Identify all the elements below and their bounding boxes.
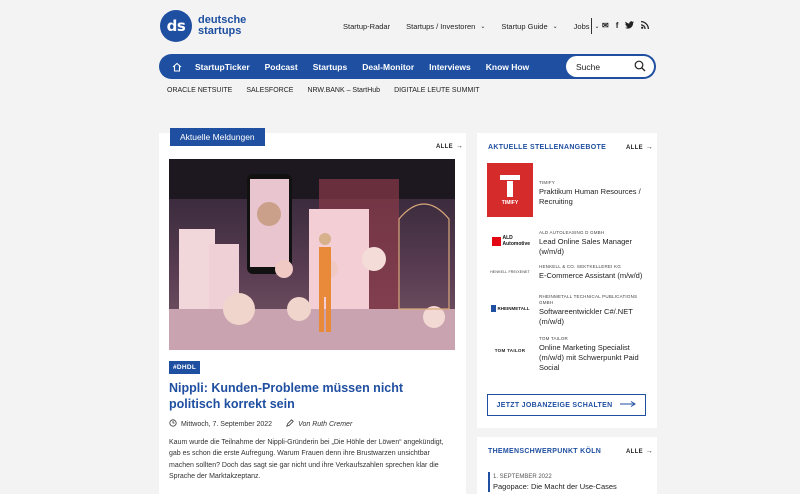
subnav-nrw-bank[interactable]: NRW.BANK – StartHub (307, 87, 380, 94)
home-icon[interactable] (159, 54, 195, 79)
article-excerpt: Kaum wurde die Teilnahme der Nippli-Grün… (169, 439, 444, 480)
divider (591, 18, 592, 34)
job-item[interactable]: TIMIFY TIMIFY Praktikum Human Resources … (487, 163, 641, 217)
news-all-link[interactable]: ALLE → (436, 143, 463, 150)
jobs-heading: AKTUELLE STELLENANGEBOTE (488, 144, 607, 151)
job-title: Lead Online Sales Manager (w/m/d) (539, 237, 632, 256)
subnav-salesforce[interactable]: SALESFORCE (246, 87, 293, 94)
sponsor-navigation: ORACLE NETSUITE SALESFORCE NRW.BANK – St… (167, 87, 494, 94)
theme-article-title[interactable]: Pagopace: Die Macht der Use-Cases (493, 482, 617, 491)
job-company: TIMIFY (539, 180, 555, 185)
article-date: Mittwoch, 7. September 2022 (181, 420, 273, 428)
rss-icon[interactable] (641, 21, 650, 31)
rheinmetall-logo: RHEINMETALL (487, 294, 533, 322)
job-item[interactable]: HENKELL FREIXENET HENKELL & CO. SEKTKELL… (487, 264, 642, 280)
job-item[interactable]: TOM TAILOR TOM TAILOR Online Marketing S… (487, 336, 639, 372)
subnav-digitale-leute[interactable]: DIGITALE LEUTE SUMMIT (394, 87, 479, 94)
job-title: Softwareentwickler C#/.NET (m/w/d) (539, 307, 633, 326)
divider (488, 472, 490, 492)
job-company: RHEINMETALL TECHNICAL PUBLICATIONS GMBH (539, 294, 638, 305)
chevron-down-icon: ⌄ (480, 24, 486, 30)
logo-wordmark: deutsche startups (198, 14, 247, 37)
nav-interviews[interactable]: Interviews (429, 62, 471, 72)
search-input[interactable]: Suche (566, 56, 654, 77)
clock-icon (169, 419, 177, 429)
arrow-right-icon: → (645, 144, 654, 151)
chevron-down-icon: ⌄ (594, 24, 600, 30)
job-item[interactable]: ALD Automotive ALD AUTOLEASING D GMBH Le… (487, 230, 632, 256)
news-section-heading: Aktuelle Meldungen (170, 128, 265, 146)
main-navigation: StartupTicker Podcast Startups Deal-Moni… (159, 54, 656, 79)
article-meta: Mittwoch, 7. September 2022 Von Ruth Cre… (169, 419, 352, 429)
search-icon[interactable] (634, 60, 646, 74)
mail-icon[interactable]: ✉ (602, 21, 609, 31)
article-title[interactable]: Nippli: Kunden-Probleme müssen nicht pol… (169, 380, 449, 412)
arrow-right-icon: → (455, 143, 464, 150)
article-image[interactable] (169, 159, 455, 350)
job-company: ALD AUTOLEASING D GMBH (539, 230, 605, 235)
theme-date: 1. SEPTEMBER 2022 (493, 474, 552, 480)
nav-deal-monitor[interactable]: Deal-Monitor (362, 62, 414, 72)
nav-know-how[interactable]: Know How (486, 62, 529, 72)
topnav-startup-radar[interactable]: Startup-Radar (343, 22, 390, 31)
timify-logo: TIMIFY (487, 163, 533, 217)
nav-startupticker[interactable]: StartupTicker (195, 62, 250, 72)
job-company: HENKELL & CO. SEKTKELLEREI KG (539, 264, 621, 269)
topnav-startup-guide[interactable]: Startup Guide ⌄ (501, 22, 557, 31)
arrow-right-icon (620, 401, 637, 409)
top-navigation: Startup-Radar Startups / Investoren ⌄ Sta… (343, 22, 616, 31)
job-title: Praktikum Human Resources / Recruiting (539, 187, 641, 206)
site-logo[interactable]: ds deutsche startups (160, 10, 246, 42)
article-tag[interactable]: #DHDL (169, 361, 201, 374)
logo-mark: ds (160, 10, 192, 42)
twitter-icon[interactable] (625, 21, 635, 31)
pen-icon (286, 419, 294, 429)
job-title: E-Commerce Assistant (m/w/d) (539, 271, 643, 280)
article-author: Von Ruth Cremer (286, 419, 352, 429)
nav-podcast[interactable]: Podcast (265, 62, 298, 72)
topnav-jobs[interactable]: Jobs ⌄ (574, 22, 600, 31)
job-title: Online Marketing Specialist (m/w/d) mit … (539, 343, 639, 372)
nav-startups[interactable]: Startups (313, 62, 347, 72)
jobs-all-link[interactable]: ALLE → (626, 144, 653, 151)
subnav-oracle-netsuite[interactable]: ORACLE NETSUITE (167, 87, 232, 94)
chevron-down-icon: ⌄ (552, 24, 558, 30)
tomtailor-logo: TOM TAILOR (494, 347, 526, 353)
job-company: TOM TAILOR (539, 336, 569, 341)
theme-all-link[interactable]: ALLE → (626, 448, 653, 455)
post-job-button[interactable]: JETZT JOBANZEIGE SCHALTEN (487, 394, 646, 416)
topnav-startups-investoren[interactable]: Startups / Investoren ⌄ (406, 22, 485, 31)
facebook-icon[interactable]: f (616, 21, 619, 31)
job-item[interactable]: RHEINMETALL RHEINMETALL TECHNICAL PUBLIC… (487, 294, 637, 326)
ald-logo: ALD Automotive (487, 230, 533, 252)
arrow-right-icon: → (645, 448, 654, 455)
theme-heading: THEMENSCHWERPUNKT KÖLN (488, 448, 602, 455)
social-links: ✉ f (602, 21, 650, 31)
henkell-logo: HENKELL FREIXENET (490, 270, 530, 274)
